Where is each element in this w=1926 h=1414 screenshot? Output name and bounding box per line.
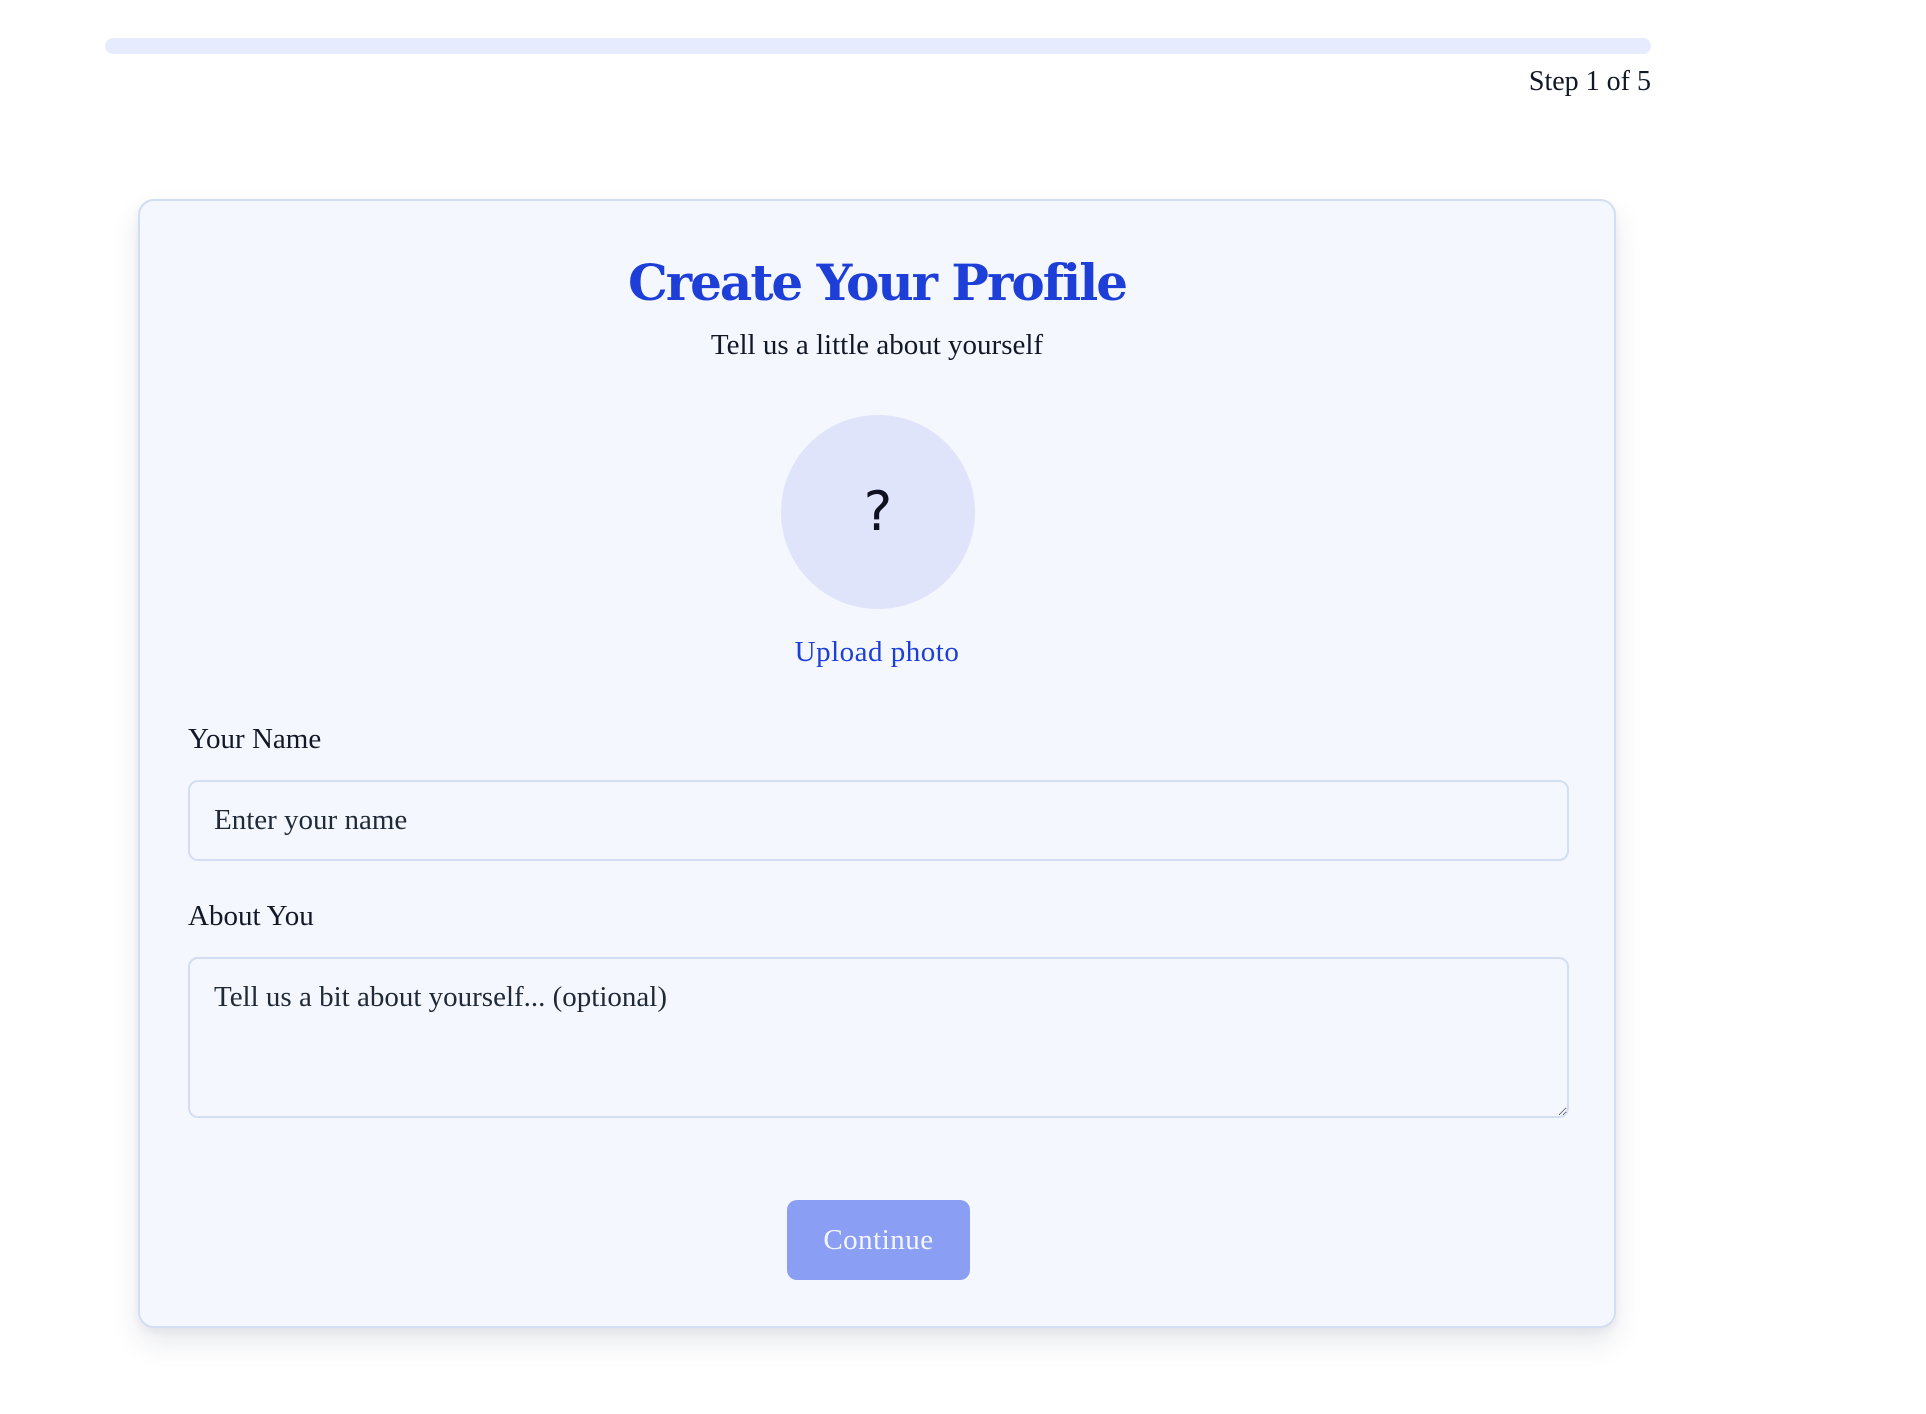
- step-indicator: Step 1 of 5: [1528, 66, 1651, 97]
- name-field-label: Your Name: [188, 723, 322, 755]
- profile-setup-page: Step 1 of 5 Create Your Profile Tell us …: [0, 0, 1926, 1414]
- page-subtitle: Tell us a little about yourself: [710, 329, 1044, 361]
- name-input[interactable]: [188, 780, 1569, 861]
- about-textarea[interactable]: [188, 957, 1569, 1118]
- upload-photo-link[interactable]: Upload photo: [140, 632, 1614, 672]
- avatar-placeholder[interactable]: ?: [781, 415, 975, 609]
- continue-button[interactable]: Continue: [787, 1200, 970, 1280]
- progress-bar: [105, 38, 1651, 54]
- question-mark-icon: ?: [863, 480, 893, 543]
- profile-card: Create Your Profile Tell us a little abo…: [138, 199, 1616, 1328]
- page-title: Create Your Profile: [627, 253, 1128, 312]
- about-field-label: About You: [188, 900, 314, 932]
